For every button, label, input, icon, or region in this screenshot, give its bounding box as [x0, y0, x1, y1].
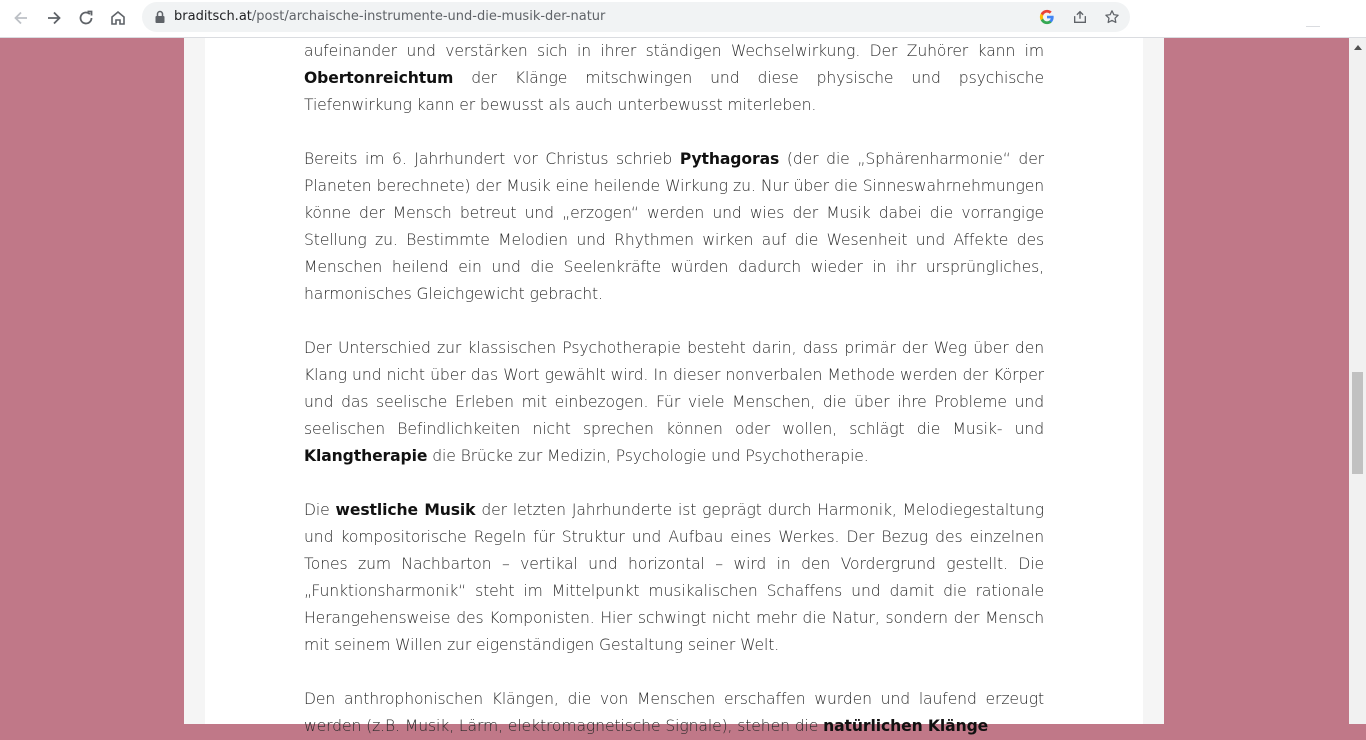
- url-path: /post/archaische-instrumente-und-die-mus…: [251, 9, 606, 24]
- arrow-left-icon: [14, 11, 27, 25]
- paragraph-5: Den anthrophonischen Klängen, die von Me…: [304, 690, 1044, 735]
- scrollbar-thumb[interactable]: [1352, 372, 1363, 474]
- bookmark-button[interactable]: [1103, 8, 1121, 26]
- home-icon: [111, 10, 125, 25]
- share-icon: [1074, 10, 1086, 23]
- article-body: aufeinander und verstärken sich in ihrer…: [304, 38, 1044, 740]
- address-bar[interactable]: braditsch.at/post/archaische-instrumente…: [142, 2, 1130, 32]
- reload-button[interactable]: [72, 4, 100, 32]
- page-scrollbar[interactable]: [1349, 38, 1366, 724]
- bold-term: westliche Musik: [335, 501, 476, 519]
- url-host: braditsch.at: [174, 9, 252, 24]
- scroll-up-button[interactable]: [1349, 38, 1366, 55]
- google-lens-button[interactable]: [1038, 8, 1056, 26]
- home-button[interactable]: [104, 4, 132, 32]
- star-icon: [1105, 10, 1119, 24]
- paragraph-4: Die westliche Musik der letzten Jahrhund…: [304, 501, 1045, 654]
- browser-toolbar: braditsch.at/post/archaische-instrumente…: [0, 0, 1366, 38]
- url-text: braditsch.at/post/archaische-instrumente…: [174, 8, 605, 26]
- lock-icon: [155, 10, 165, 23]
- reload-icon: [79, 10, 93, 25]
- back-button[interactable]: [7, 4, 35, 32]
- bold-term: Klangtherapie: [304, 447, 428, 465]
- paragraph-3: Der Unterschied zur klassischen Psychoth…: [304, 339, 1044, 465]
- triangle-up-icon: [1353, 44, 1362, 50]
- paragraph-2: Bereits im 6. Jahrhundert vor Christus s…: [304, 150, 1044, 303]
- arrow-right-icon: [48, 11, 61, 25]
- bold-term: natürlichen Klänge: [823, 717, 989, 735]
- bold-term: Pythagoras: [679, 150, 780, 168]
- paragraph-1: aufeinander und verstärken sich in ihrer…: [304, 42, 1044, 114]
- bold-term: Obertonreichtum: [304, 69, 454, 87]
- forward-button[interactable]: [40, 4, 68, 32]
- share-button[interactable]: [1071, 8, 1089, 26]
- google-icon: [1039, 9, 1054, 25]
- toolbar-divider: [1306, 6, 1320, 27]
